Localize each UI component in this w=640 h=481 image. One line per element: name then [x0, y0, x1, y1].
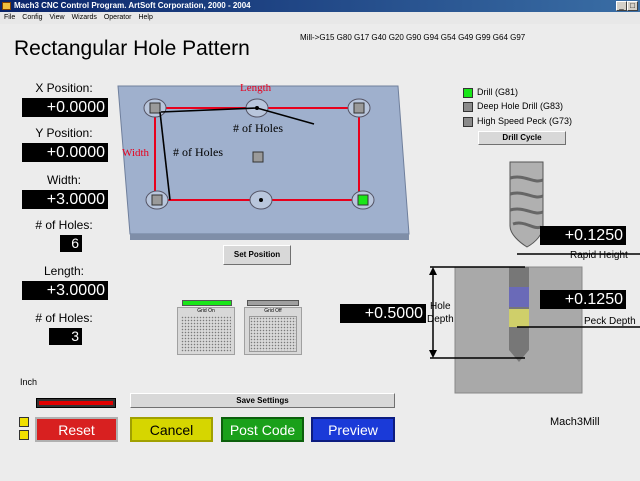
status-led-2 [19, 430, 29, 440]
grid-off-pattern [249, 316, 297, 352]
high-speed-peck-g73-checkbox[interactable] [463, 117, 473, 127]
window-title: Mach3 CNC Control Program. ArtSoft Corpo… [14, 1, 251, 10]
plate-edge [130, 234, 409, 240]
app-icon [2, 2, 11, 10]
post-code-button[interactable]: Post Code [221, 417, 304, 442]
gcode-status: Mill->G15 G80 G17 G40 G20 G90 G94 G54 G4… [300, 33, 526, 42]
corner-hole-top-right [347, 98, 371, 118]
length-input[interactable]: +3.0000 [22, 281, 108, 300]
minimize-button[interactable]: _ [616, 1, 627, 11]
y-position-input[interactable]: +0.0000 [22, 143, 108, 162]
brand-label: Mach3Mill [550, 416, 600, 428]
width-label: Width: [46, 173, 81, 187]
save-settings-button[interactable]: Save Settings [130, 393, 395, 408]
grid-on-label: Grid On [197, 308, 215, 314]
corner-hole-bottom-right-active [351, 190, 375, 210]
mid-hole-bottom [249, 190, 273, 210]
deep-hole-g83-label: Deep Hole Drill (G83) [477, 101, 564, 111]
hole-depth-input[interactable]: +0.5000 [340, 304, 426, 323]
grid-on-button[interactable]: Grid On [177, 307, 235, 355]
depth-arrow-head-top [429, 267, 437, 275]
page-title: Rectangular Hole Pattern [14, 37, 250, 60]
reset-led [36, 398, 116, 408]
x-position-input[interactable]: +0.0000 [22, 98, 108, 117]
maximize-button[interactable]: □ [627, 1, 638, 11]
holes-width-input[interactable]: 6 [60, 235, 82, 252]
hole-depth-label-2: Depth [427, 314, 454, 325]
drill-bit-icon [509, 161, 544, 248]
width-label-diagram: Width [122, 147, 150, 159]
high-speed-peck-g73-label: High Speed Peck (G73) [477, 116, 573, 126]
title-bar: Mach3 CNC Control Program. ArtSoft Corpo… [0, 0, 640, 12]
depth-arrow-head-bottom [429, 350, 437, 358]
units-label: Inch [20, 377, 38, 387]
peck-band [509, 287, 529, 307]
rapid-height-input[interactable]: +0.1250 [540, 226, 626, 245]
width-input[interactable]: +3.0000 [22, 190, 108, 209]
hole-depth-label-1: Hole [430, 301, 451, 312]
status-led-1 [19, 417, 29, 427]
drill-depth-diagram [429, 161, 640, 394]
holes-width-label: # of Holes: [35, 218, 93, 232]
center-marker [252, 151, 264, 163]
set-position-button[interactable]: Set Position [223, 245, 291, 265]
grid-on-pattern [181, 316, 231, 352]
length-label-diagram: Length [240, 84, 272, 94]
menu-help[interactable]: Help [138, 14, 152, 21]
corner-hole-bottom-left [145, 190, 169, 210]
length-label: Length: [43, 264, 85, 278]
reset-button[interactable]: Reset [35, 417, 118, 442]
menu-config[interactable]: Config [22, 14, 42, 21]
peck-depth-label: Peck Depth [584, 316, 636, 327]
corner-hole-top-left [143, 98, 167, 118]
cancel-button[interactable]: Cancel [130, 417, 213, 442]
grid-off-indicator [247, 300, 299, 306]
holes-left-label-diagram: # of Holes [173, 145, 223, 159]
holes-top-label-diagram: # of Holes [233, 121, 283, 135]
x-position-label: X Position: [35, 81, 93, 95]
y-position-label: Y Position: [35, 126, 93, 140]
drill-g81-checkbox[interactable] [463, 88, 473, 98]
preview-button[interactable]: Preview [311, 417, 395, 442]
holes-length-input[interactable]: 3 [49, 328, 82, 345]
peck-band-2 [509, 309, 529, 327]
menu-file[interactable]: File [4, 14, 15, 21]
deep-hole-g83-checkbox[interactable] [463, 102, 473, 112]
hole-pattern-diagram: Length Width # of Holes # of Holes [117, 84, 410, 240]
menu-bar: File Config View Wizards Operator Help [0, 12, 640, 24]
grid-on-indicator [182, 300, 232, 306]
drill-g81-label: Drill (G81) [477, 87, 519, 97]
drill-cycle-button[interactable]: Drill Cycle [478, 131, 566, 145]
peck-depth-input[interactable]: +0.1250 [540, 290, 626, 309]
grid-off-button[interactable]: Grid Off [244, 307, 302, 355]
menu-view[interactable]: View [50, 14, 65, 21]
grid-off-label: Grid Off [264, 308, 282, 314]
holes-length-label: # of Holes: [35, 311, 93, 325]
rapid-height-label: Rapid Height [570, 250, 628, 261]
menu-operator[interactable]: Operator [104, 14, 132, 21]
menu-wizards[interactable]: Wizards [72, 14, 97, 21]
